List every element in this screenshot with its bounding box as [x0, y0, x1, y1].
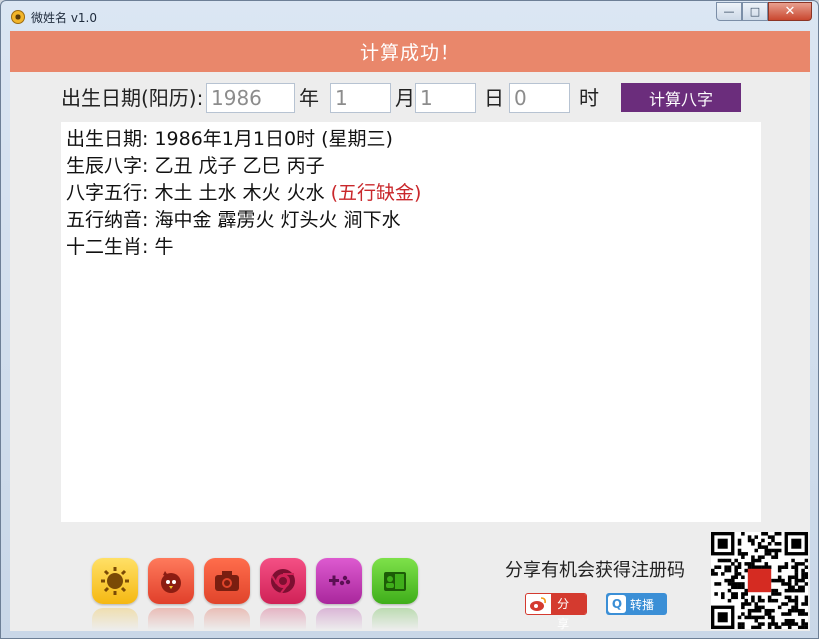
app-reflection — [148, 608, 194, 630]
result-line-zodiac: 十二生肖: 牛 — [66, 234, 756, 261]
month-input[interactable]: 1 — [330, 83, 391, 113]
result-label: 出生日期: — [66, 128, 149, 150]
contacts-app-icon[interactable] — [372, 558, 418, 604]
qq-repost-button[interactable]: Q 转播 — [606, 593, 667, 615]
app-reflection — [372, 608, 418, 630]
result-value: 乙丑 戊子 乙巳 丙子 — [154, 155, 325, 177]
missing-element-note: (五行缺金) — [330, 182, 422, 204]
sun-app-icon[interactable] — [92, 558, 138, 604]
result-line-bazi: 生辰八字: 乙丑 戊子 乙巳 丙子 — [66, 153, 756, 180]
app-window: 微姓名 v1.0 — □ ✕ 计算成功！ 出生日期(阳历): 1986 年 1 … — [0, 0, 819, 639]
app-reflection — [260, 608, 306, 630]
day-unit-label: 日 — [484, 86, 504, 110]
app-reflection — [92, 608, 138, 630]
window-controls: — □ ✕ — [716, 2, 812, 21]
result-panel: 出生日期: 1986年1月1日0时 (星期三) 生辰八字: 乙丑 戊子 乙巳 丙… — [61, 122, 761, 522]
app-reflection — [316, 608, 362, 630]
result-line-five-elements: 八字五行: 木土 土水 木火 火水 (五行缺金) — [66, 180, 756, 207]
app-reflection — [204, 608, 250, 630]
result-value: 木土 土水 木火 火水 — [154, 182, 325, 204]
result-line-nayin: 五行纳音: 海中金 霹雳火 灯头火 涧下水 — [66, 207, 756, 234]
close-button[interactable]: ✕ — [768, 2, 812, 21]
hour-input[interactable]: 0 — [509, 83, 570, 113]
qq-repost-label: 转播 — [630, 597, 655, 612]
weibo-share-label: 分享 — [551, 594, 586, 631]
window-title: 微姓名 v1.0 — [31, 11, 98, 25]
result-label: 八字五行: — [66, 182, 149, 204]
status-banner: 计算成功！ — [10, 31, 810, 72]
client-area: 计算成功！ 出生日期(阳历): 1986 年 1 月 1 日 0 时 计算八字 … — [10, 31, 810, 631]
result-line-birth-date: 出生日期: 1986年1月1日0时 (星期三) — [66, 126, 756, 153]
camera-app-icon[interactable] — [204, 558, 250, 604]
month-unit-label: 月 — [395, 86, 415, 110]
result-value: 1986年1月1日0时 (星期三) — [154, 128, 393, 150]
hour-unit-label: 时 — [579, 86, 599, 110]
qq-weibo-icon: Q — [608, 595, 626, 613]
gamepad-app-icon[interactable] — [316, 558, 362, 604]
year-input[interactable]: 1986 — [206, 83, 295, 113]
calculate-bazi-button[interactable]: 计算八字 — [621, 83, 741, 112]
registration-qr-code — [711, 532, 809, 630]
share-promo-text: 分享有机会获得注册码 — [505, 560, 685, 581]
maximize-button[interactable]: □ — [742, 2, 768, 21]
title-bar[interactable]: 微姓名 v1.0 — □ ✕ — [1, 1, 818, 31]
result-label: 生辰八字: — [66, 155, 149, 177]
qr-code-image — [711, 532, 809, 630]
year-unit-label: 年 — [299, 86, 319, 110]
app-dock — [92, 558, 422, 630]
sunflower-icon — [11, 10, 25, 24]
chrome-app-icon[interactable] — [260, 558, 306, 604]
weibo-share-button[interactable]: 分享 — [525, 593, 587, 631]
birth-date-form: 出生日期(阳历): 1986 年 1 月 1 日 0 时 计算八字 — [10, 83, 810, 113]
weibo-icon — [528, 595, 547, 613]
result-label: 五行纳音: — [66, 209, 149, 231]
bird-app-icon[interactable] — [148, 558, 194, 604]
result-label: 十二生肖: — [66, 236, 149, 258]
result-value: 牛 — [154, 236, 174, 258]
minimize-button[interactable]: — — [716, 2, 742, 21]
result-value: 海中金 霹雳火 灯头火 涧下水 — [154, 209, 401, 231]
day-input[interactable]: 1 — [415, 83, 476, 113]
birth-date-label: 出生日期(阳历): — [61, 86, 204, 110]
